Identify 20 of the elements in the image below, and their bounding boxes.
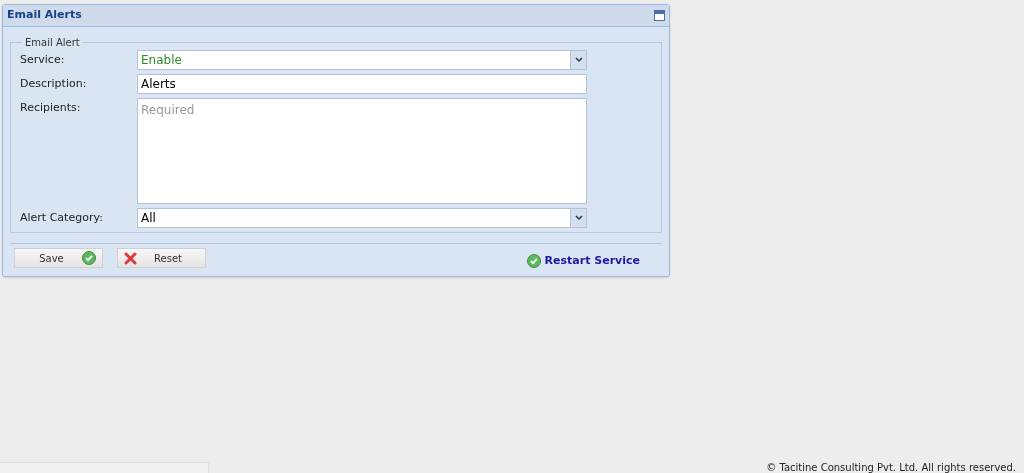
caret-icon[interactable] — [570, 51, 586, 69]
panel-title: Email Alerts — [7, 7, 82, 24]
check-icon — [526, 254, 541, 269]
dropdown-field[interactable]: All — [137, 208, 587, 228]
fieldset-legend: Email Alert — [22, 35, 83, 50]
textarea-field[interactable]: Required — [137, 98, 587, 204]
copyright-text: © Tacitine Consulting Pvt. Ltd. All rights reserved. — [766, 461, 1016, 473]
close-icon — [124, 251, 137, 265]
field-label: Description: — [20, 76, 88, 92]
field-label: Alert Category: — [20, 210, 104, 226]
reset-button[interactable]: Reset — [117, 248, 206, 269]
restart-service-link[interactable]: Restart Service — [526, 253, 640, 270]
field-label: Service: — [20, 52, 66, 68]
dropdown-field[interactable]: Enable — [137, 50, 587, 70]
save-button[interactable]: Save — [14, 248, 103, 269]
caret-icon[interactable] — [570, 209, 586, 227]
field-label: Recipients: — [20, 100, 82, 116]
text-field[interactable]: Alerts — [137, 74, 587, 94]
collapse-button[interactable] — [654, 10, 665, 21]
check-icon — [82, 251, 96, 266]
